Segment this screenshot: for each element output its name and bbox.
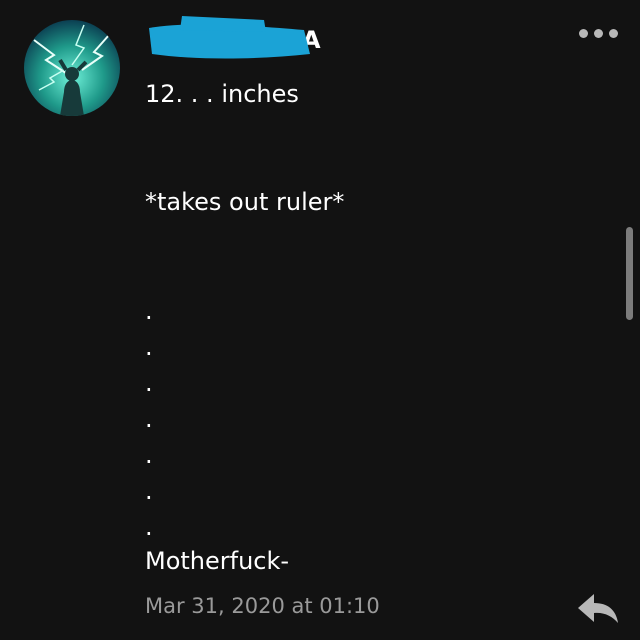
message-line: 12. . . inches [145,80,299,108]
more-options-button[interactable] [577,26,619,40]
message-line: . [145,513,153,541]
user-avatar[interactable] [24,20,120,116]
message-line: *takes out ruler* [145,188,345,216]
reply-button[interactable] [574,590,622,626]
scrollbar-thumb[interactable] [626,227,633,320]
message-line: . [145,405,153,433]
message-line: Motherfuck- [145,547,290,575]
more-dot [593,28,603,38]
more-dot [578,28,588,38]
redaction-mark [149,16,310,59]
message-line: . [145,477,153,505]
lightning-avatar-icon [24,20,120,116]
message-line: . [145,441,153,469]
message-line: . [145,333,153,361]
message-line: . [145,369,153,397]
reply-icon [578,594,618,623]
message-line: . [145,297,153,325]
more-dot [608,28,618,38]
author-name-area[interactable]: A [144,14,344,64]
post-timestamp: Mar 31, 2020 at 01:10 [145,594,380,618]
